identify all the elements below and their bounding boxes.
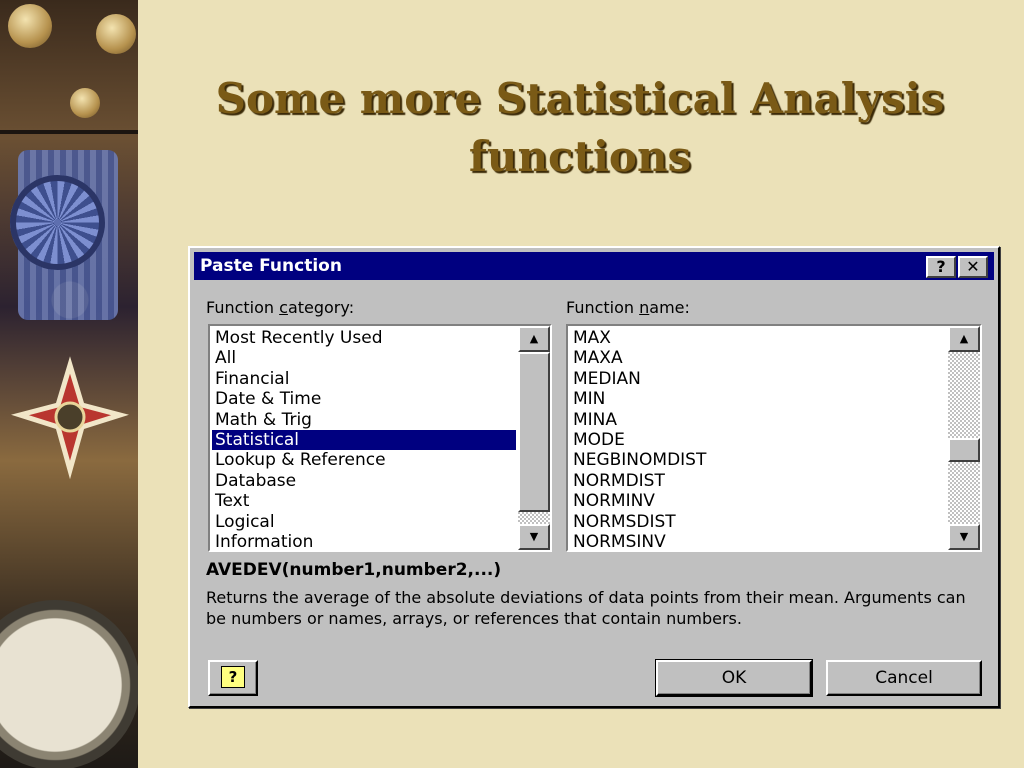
category-list-item[interactable]: Text [212, 491, 516, 511]
category-list-item[interactable]: Database [212, 471, 516, 491]
scroll-up-arrow-icon[interactable]: ▲ [948, 326, 980, 352]
category-list-item[interactable]: Information [212, 532, 516, 548]
function-list-item[interactable]: MAX [570, 328, 946, 348]
medal-cross-icon [11, 356, 129, 480]
decorative-medal-collage-image [0, 0, 138, 768]
function-syntax: AVEDEV(number1,number2,...) [206, 560, 502, 580]
context-help-button[interactable]: ? [926, 256, 956, 278]
slide-title: Some more Statistical Analysis functions [140, 70, 1020, 186]
coin-decoration [8, 4, 52, 48]
function-items: MAX MAXA MEDIAN MIN MINA MODE NEGBINOMDIST NORM… [570, 328, 946, 548]
office-assistant-help-button[interactable]: ? [208, 660, 258, 696]
coin-decoration [70, 88, 100, 118]
cancel-button[interactable]: Cancel [826, 660, 982, 696]
category-list-item[interactable]: Date & Time [212, 389, 516, 409]
function-list-item[interactable]: NEGBINOMDIST [570, 450, 946, 470]
category-list-item[interactable]: Most Recently Used [212, 328, 516, 348]
coin-decoration [96, 14, 136, 54]
office-assistant-help-icon: ? [221, 666, 245, 688]
function-list-item[interactable]: MIN [570, 389, 946, 409]
function-category-listbox[interactable]: Most Recently Used All Financial Date & Tim… [208, 324, 552, 552]
category-scroll-thumb[interactable] [518, 352, 550, 512]
category-list-item[interactable]: Logical [212, 512, 516, 532]
function-scrollbar[interactable]: ▲ ▼ [948, 326, 980, 550]
function-list-item[interactable]: MINA [570, 410, 946, 430]
category-list-item[interactable]: Math & Trig [212, 410, 516, 430]
function-list-item[interactable]: NORMSINV [570, 532, 946, 548]
category-list-item[interactable]: Financial [212, 369, 516, 389]
function-scroll-thumb[interactable] [948, 438, 980, 462]
category-list-item[interactable]: Statistical [212, 429, 516, 451]
function-list-item[interactable]: MAXA [570, 348, 946, 368]
ok-button[interactable]: OK [655, 659, 813, 697]
function-description: Returns the average of the absolute devi… [206, 588, 966, 628]
function-name-label: Function name: [566, 298, 690, 317]
compass-decoration [0, 600, 138, 768]
category-scrollbar[interactable]: ▲ ▼ [518, 326, 550, 550]
dialog-title: Paste Function [200, 256, 342, 276]
function-category-label: Function category: [206, 298, 355, 317]
slide-title-line-2: functions [468, 132, 692, 181]
category-list-item[interactable]: All [212, 348, 516, 368]
category-list-item[interactable]: Lookup & Reference [212, 450, 516, 470]
function-list-item[interactable]: MEDIAN [570, 369, 946, 389]
scroll-up-arrow-icon[interactable]: ▲ [518, 326, 550, 352]
category-items: Most Recently Used All Financial Date & Tim… [212, 328, 516, 548]
function-list-item[interactable]: NORMINV [570, 491, 946, 511]
slide-title-line-1: Some more Statistical Analysis [215, 74, 945, 123]
decoration-divider [0, 130, 138, 134]
function-list-item[interactable]: NORMDIST [570, 471, 946, 491]
function-list-item[interactable]: MODE [570, 430, 946, 450]
function-list-item[interactable]: NORMSDIST [570, 512, 946, 532]
paste-function-dialog: Paste Function ? ✕ Function category: Fu… [188, 246, 1000, 708]
close-icon[interactable]: ✕ [958, 256, 988, 278]
scroll-down-arrow-icon[interactable]: ▼ [518, 524, 550, 550]
function-name-listbox[interactable]: MAX MAXA MEDIAN MIN MINA MODE NEGBINOMDIST NORM… [566, 324, 982, 552]
scroll-down-arrow-icon[interactable]: ▼ [948, 524, 980, 550]
rosette-decoration [10, 175, 105, 270]
dialog-titlebar[interactable]: Paste Function ? ✕ [194, 252, 994, 280]
